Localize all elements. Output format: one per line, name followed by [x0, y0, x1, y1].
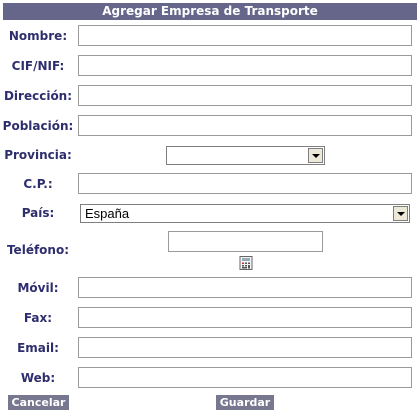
cif-input[interactable] [78, 55, 412, 76]
chevron-down-icon[interactable] [308, 148, 323, 163]
telefono-input[interactable] [168, 231, 323, 252]
direccion-label: Dirección: [3, 89, 73, 103]
provincia-label: Provincia: [4, 148, 72, 162]
web-input[interactable] [78, 367, 412, 388]
provincia-select[interactable] [166, 146, 325, 165]
telefono-label: Teléfono: [6, 243, 70, 257]
cp-label: C.P.: [23, 177, 53, 191]
cp-input[interactable] [78, 173, 412, 194]
cif-label: CIF/NIF: [11, 59, 65, 73]
email-input[interactable] [78, 337, 412, 358]
fax-label: Fax: [23, 311, 53, 325]
calculator-icon[interactable] [239, 256, 253, 270]
movil-label: Móvil: [17, 281, 59, 295]
fax-input[interactable] [78, 307, 412, 328]
nombre-label: Nombre: [8, 29, 68, 43]
pais-label: País: [21, 206, 55, 220]
chevron-down-icon[interactable] [393, 206, 408, 221]
web-label: Web: [20, 371, 56, 385]
save-button[interactable]: Guardar [216, 395, 274, 410]
movil-input[interactable] [78, 277, 412, 298]
poblacion-label: Población: [2, 119, 74, 133]
pais-select[interactable]: España [80, 204, 410, 223]
direccion-input[interactable] [78, 85, 412, 106]
nombre-input[interactable] [78, 25, 412, 46]
email-label: Email: [17, 341, 59, 355]
form-title: Agregar Empresa de Transporte [3, 3, 417, 20]
cancel-button[interactable]: Cancelar [8, 395, 69, 410]
pais-selected: España [85, 206, 130, 221]
poblacion-input[interactable] [78, 115, 412, 136]
